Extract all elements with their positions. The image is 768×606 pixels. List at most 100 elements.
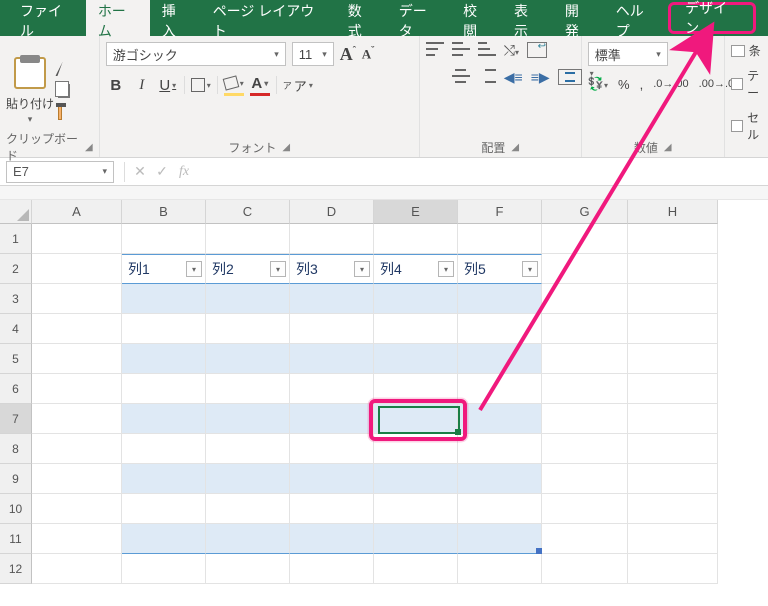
cell-F5[interactable] bbox=[458, 344, 542, 374]
filter-button[interactable]: ▾ bbox=[186, 261, 202, 277]
cell-A10[interactable] bbox=[32, 494, 122, 524]
cut-icon[interactable] bbox=[55, 62, 70, 76]
cell-styles-button[interactable]: セル bbox=[731, 109, 768, 143]
cell-B9[interactable] bbox=[122, 464, 206, 494]
cell-D2[interactable]: 列3▾ bbox=[290, 254, 374, 284]
cell-G8[interactable] bbox=[542, 434, 628, 464]
cell-D7[interactable] bbox=[290, 404, 374, 434]
row-header-7[interactable]: 7 bbox=[0, 404, 32, 434]
cell-F9[interactable] bbox=[458, 464, 542, 494]
row-header-11[interactable]: 11 bbox=[0, 524, 32, 554]
align-top-icon[interactable] bbox=[426, 42, 444, 56]
comma-format-icon[interactable]: , bbox=[640, 77, 644, 92]
number-format-combo[interactable]: 標準▾ bbox=[588, 42, 668, 66]
cell-C4[interactable] bbox=[206, 314, 290, 344]
cell-A3[interactable] bbox=[32, 284, 122, 314]
conditional-formatting-button[interactable]: 条 bbox=[731, 42, 768, 59]
cell-F2[interactable]: 列5▾ bbox=[458, 254, 542, 284]
cell-B12[interactable] bbox=[122, 554, 206, 584]
cell-G11[interactable] bbox=[542, 524, 628, 554]
cell-F11[interactable] bbox=[458, 524, 542, 554]
border-button[interactable]: ▾ bbox=[191, 74, 211, 96]
cell-C11[interactable] bbox=[206, 524, 290, 554]
cell-E6[interactable] bbox=[374, 374, 458, 404]
tab-file[interactable]: ファイル bbox=[8, 0, 86, 36]
cell-B5[interactable] bbox=[122, 344, 206, 374]
chevron-down-icon[interactable]: ▾ bbox=[274, 49, 279, 60]
wrap-text-icon[interactable] bbox=[527, 42, 547, 58]
font-launcher-icon[interactable]: ◢ bbox=[282, 142, 290, 153]
row-header-2[interactable]: 2 bbox=[0, 254, 32, 284]
tab-home[interactable]: ホーム bbox=[86, 0, 150, 36]
align-right-icon[interactable] bbox=[478, 69, 496, 83]
row-header-10[interactable]: 10 bbox=[0, 494, 32, 524]
cell-B11[interactable] bbox=[122, 524, 206, 554]
cell-B7[interactable] bbox=[122, 404, 206, 434]
cell-E5[interactable] bbox=[374, 344, 458, 374]
cell-C1[interactable] bbox=[206, 224, 290, 254]
cell-A11[interactable] bbox=[32, 524, 122, 554]
cell-F12[interactable] bbox=[458, 554, 542, 584]
cell-E9[interactable] bbox=[374, 464, 458, 494]
cell-A9[interactable] bbox=[32, 464, 122, 494]
tab-developer[interactable]: 開発 bbox=[553, 0, 604, 36]
row-header-12[interactable]: 12 bbox=[0, 554, 32, 584]
cell-A5[interactable] bbox=[32, 344, 122, 374]
alignment-launcher-icon[interactable]: ◢ bbox=[511, 142, 519, 153]
cell-G4[interactable] bbox=[542, 314, 628, 344]
cell-F4[interactable] bbox=[458, 314, 542, 344]
cell-H3[interactable] bbox=[628, 284, 718, 314]
col-header-A[interactable]: A bbox=[32, 200, 122, 224]
cell-C2[interactable]: 列2▾ bbox=[206, 254, 290, 284]
cell-A2[interactable] bbox=[32, 254, 122, 284]
align-middle-icon[interactable] bbox=[452, 42, 470, 56]
cell-D11[interactable] bbox=[290, 524, 374, 554]
cell-G2[interactable] bbox=[542, 254, 628, 284]
enter-formula-icon[interactable]: ✓ bbox=[151, 163, 173, 180]
clipboard-launcher-icon[interactable]: ◢ bbox=[85, 142, 93, 153]
font-size-combo[interactable]: 11▾ bbox=[292, 42, 334, 66]
cell-A8[interactable] bbox=[32, 434, 122, 464]
col-header-H[interactable]: H bbox=[628, 200, 718, 224]
format-as-table-button[interactable]: テー bbox=[731, 67, 768, 101]
cell-C8[interactable] bbox=[206, 434, 290, 464]
paste-dropdown-icon[interactable]: ▾ bbox=[28, 114, 33, 125]
cell-H2[interactable] bbox=[628, 254, 718, 284]
font-color-button[interactable]: A▾ bbox=[250, 74, 270, 96]
cell-D8[interactable] bbox=[290, 434, 374, 464]
copy-icon[interactable] bbox=[58, 84, 70, 98]
number-launcher-icon[interactable]: ◢ bbox=[664, 142, 672, 153]
cell-E1[interactable] bbox=[374, 224, 458, 254]
insert-function-button[interactable]: fx bbox=[173, 164, 195, 180]
filter-button[interactable]: ▾ bbox=[438, 261, 454, 277]
cell-E12[interactable] bbox=[374, 554, 458, 584]
cancel-formula-icon[interactable]: ✕ bbox=[129, 163, 151, 180]
col-header-F[interactable]: F bbox=[458, 200, 542, 224]
cell-F1[interactable] bbox=[458, 224, 542, 254]
cell-D6[interactable] bbox=[290, 374, 374, 404]
cell-H11[interactable] bbox=[628, 524, 718, 554]
cell-C5[interactable] bbox=[206, 344, 290, 374]
cell-B1[interactable] bbox=[122, 224, 206, 254]
col-header-D[interactable]: D bbox=[290, 200, 374, 224]
accounting-format-icon[interactable]: 💱▾ bbox=[588, 76, 608, 92]
fill-color-button[interactable]: ▾ bbox=[224, 74, 244, 96]
decrease-font-icon[interactable]: Aˇ bbox=[362, 45, 374, 62]
cell-H6[interactable] bbox=[628, 374, 718, 404]
cell-D10[interactable] bbox=[290, 494, 374, 524]
increase-font-icon[interactable]: Aˆ bbox=[340, 44, 356, 65]
filter-button[interactable]: ▾ bbox=[354, 261, 370, 277]
cell-D4[interactable] bbox=[290, 314, 374, 344]
orientation-icon[interactable]: ⤭▾ bbox=[504, 42, 519, 59]
row-header-6[interactable]: 6 bbox=[0, 374, 32, 404]
cell-D5[interactable] bbox=[290, 344, 374, 374]
cell-B2[interactable]: 列1▾ bbox=[122, 254, 206, 284]
tab-help[interactable]: ヘルプ bbox=[604, 0, 668, 36]
increase-indent-icon[interactable]: ≡▶ bbox=[531, 69, 550, 86]
chevron-down-icon[interactable]: ▾ bbox=[656, 49, 661, 60]
tab-review[interactable]: 校閲 bbox=[451, 0, 502, 36]
cell-B10[interactable] bbox=[122, 494, 206, 524]
cell-A7[interactable] bbox=[32, 404, 122, 434]
paste-button[interactable]: 貼り付け bbox=[6, 95, 54, 112]
cell-D12[interactable] bbox=[290, 554, 374, 584]
